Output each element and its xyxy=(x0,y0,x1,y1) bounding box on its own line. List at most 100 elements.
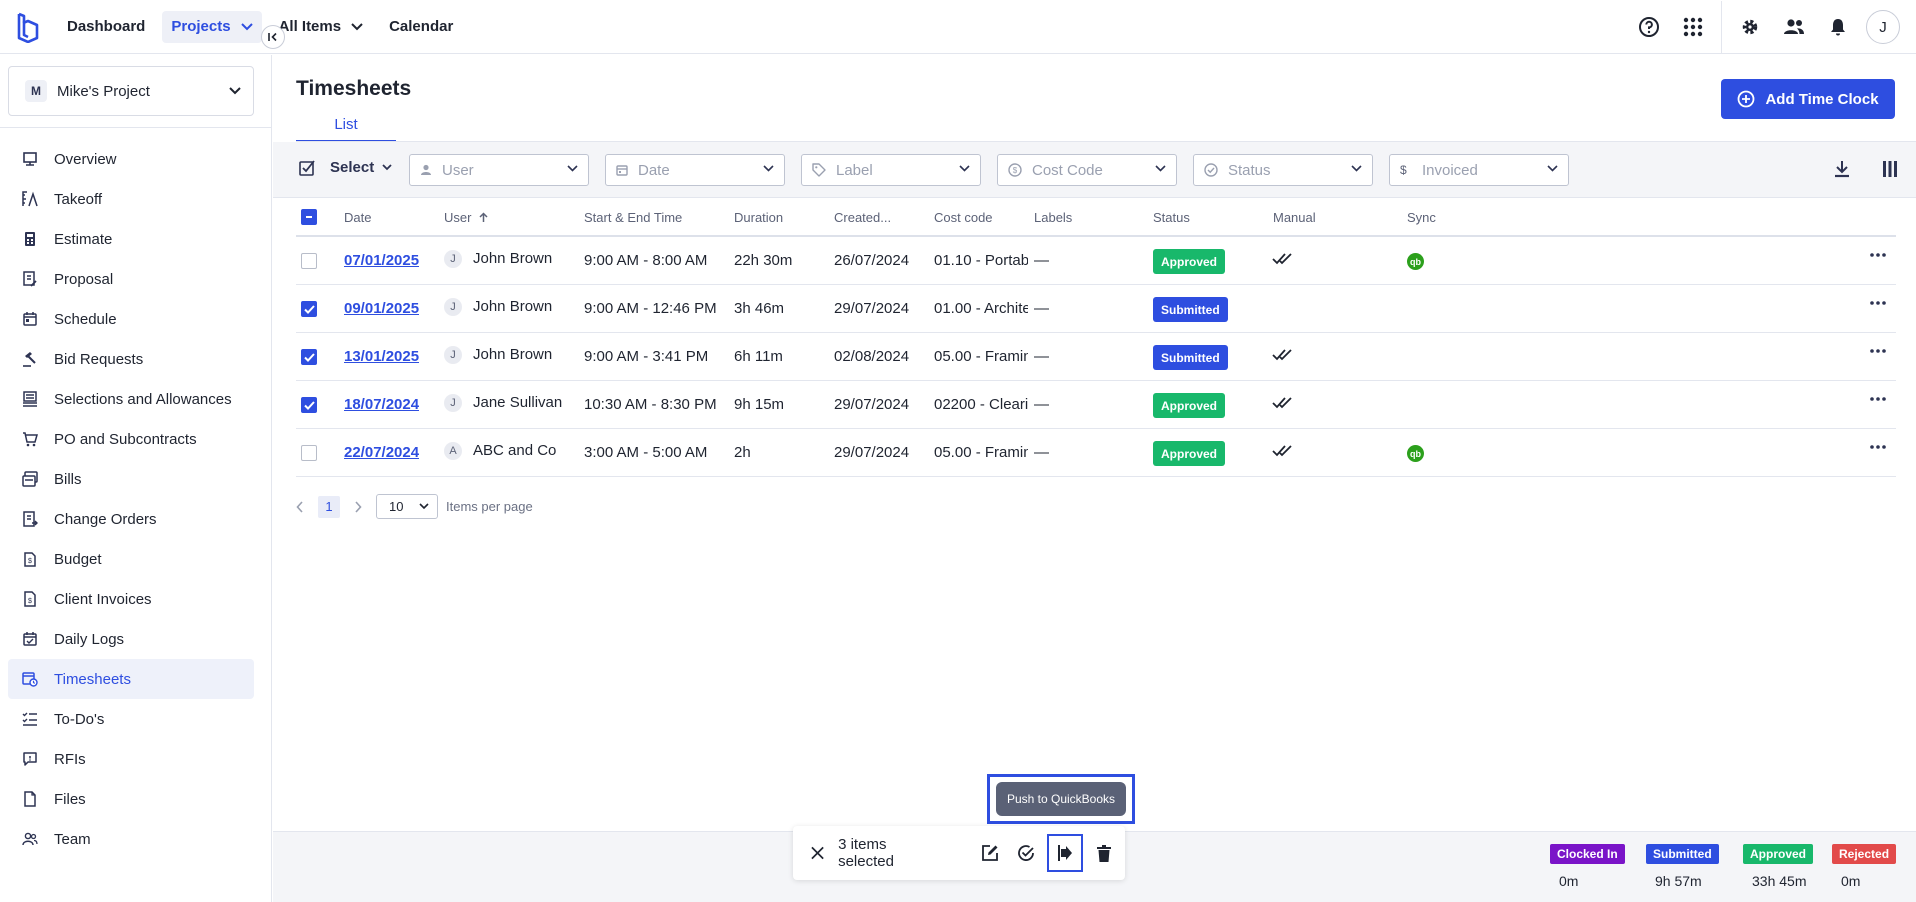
add-time-clock-button[interactable]: Add Time Clock xyxy=(1721,79,1895,119)
more-options-icon[interactable] xyxy=(1870,397,1886,401)
sidebar-item-schedule[interactable]: Schedule xyxy=(8,299,254,339)
sidebar-item-budget[interactable]: $ Budget xyxy=(8,539,254,579)
table-row[interactable]: 22/07/2024 A ABC and Co 3:00 AM - 5:00 AM 2h… xyxy=(296,429,1896,477)
chevron-left-icon[interactable] xyxy=(296,500,304,513)
chevron-down-icon xyxy=(1547,165,1558,172)
bell-icon[interactable] xyxy=(1816,5,1860,49)
column-header-user[interactable]: User xyxy=(444,210,488,225)
settings-icon[interactable] xyxy=(1728,5,1772,49)
sidebar-item-takeoff[interactable]: Takeoff xyxy=(8,179,254,219)
budget-icon: $ xyxy=(22,551,38,567)
sidebar-item-team[interactable]: Team xyxy=(8,819,254,859)
table-row[interactable]: 09/01/2025 J John Brown 9:00 AM - 12:46 PM 3… xyxy=(296,285,1896,333)
status-filter[interactable]: Status xyxy=(1193,154,1373,186)
users-icon[interactable] xyxy=(1772,5,1816,49)
timesheet-icon xyxy=(22,671,38,687)
date-link[interactable]: 18/07/2024 xyxy=(344,396,419,413)
user-avatar[interactable]: J xyxy=(1866,10,1900,44)
column-header-sync[interactable]: Sync xyxy=(1407,210,1436,225)
row-checkbox[interactable] xyxy=(301,301,317,317)
duration: 9h 15m xyxy=(734,396,785,413)
date-filter[interactable]: Date xyxy=(605,154,785,186)
apps-grid-icon[interactable] xyxy=(1671,5,1715,49)
column-header-cost-code[interactable]: Cost code xyxy=(934,210,993,225)
more-options-icon[interactable] xyxy=(1870,253,1886,257)
more-options-icon[interactable] xyxy=(1870,445,1886,449)
edit-button[interactable] xyxy=(975,837,1005,869)
row-checkbox[interactable] xyxy=(301,397,317,413)
sidebar-item-po-and-subcontracts[interactable]: PO and Subcontracts xyxy=(8,419,254,459)
sidebar-item-bills[interactable]: Bills xyxy=(8,459,254,499)
project-selector[interactable]: M Mike's Project xyxy=(8,66,254,116)
download-icon[interactable] xyxy=(1834,159,1850,179)
row-checkbox[interactable] xyxy=(301,445,317,461)
date-link[interactable]: 09/01/2025 xyxy=(344,300,419,317)
select-all-checkbox[interactable] xyxy=(301,209,317,225)
table-row[interactable]: 18/07/2024 J Jane Sullivan 10:30 AM - 8:30 … xyxy=(296,381,1896,429)
sidebar-item-proposal[interactable]: Proposal xyxy=(8,259,254,299)
sidebar-menu: Overview Takeoff Estimate Proposal Schedule B… xyxy=(8,139,254,859)
sidebar-item-files[interactable]: Files xyxy=(8,779,254,819)
sidebar-item-timesheets[interactable]: Timesheets xyxy=(8,659,254,699)
sidebar-item-change-orders[interactable]: Change Orders xyxy=(8,499,254,539)
select-dropdown[interactable]: Select xyxy=(299,159,392,176)
user-filter[interactable]: User xyxy=(409,154,589,186)
column-header-created[interactable]: Created... xyxy=(834,210,891,225)
page-number[interactable]: 1 xyxy=(318,495,340,518)
column-header-time[interactable]: Start & End Time xyxy=(584,210,682,225)
delete-button[interactable] xyxy=(1089,837,1119,869)
more-options-icon[interactable] xyxy=(1870,301,1886,305)
sidebar-item-to-do-s[interactable]: To-Do's xyxy=(8,699,254,739)
manual-double-check-icon xyxy=(1272,349,1294,361)
columns-icon[interactable] xyxy=(1882,159,1898,179)
created-date: 02/08/2024 xyxy=(834,348,910,365)
sidebar-item-estimate[interactable]: Estimate xyxy=(8,219,254,259)
manual-double-check-icon xyxy=(1272,397,1294,409)
date-link[interactable]: 07/01/2025 xyxy=(344,252,419,269)
sidebar-item-overview[interactable]: Overview xyxy=(8,139,254,179)
row-checkbox[interactable] xyxy=(301,253,317,269)
table-row[interactable]: 07/01/2025 J John Brown 9:00 AM - 8:00 AM 22… xyxy=(296,237,1896,285)
page-size-select[interactable]: 10 xyxy=(376,494,438,519)
divider xyxy=(1721,1,1722,53)
push-to-quickbooks-button[interactable] xyxy=(1047,834,1084,872)
invoiced-filter[interactable]: $ Invoiced xyxy=(1389,154,1569,186)
chevron-right-icon[interactable] xyxy=(354,500,362,513)
column-header-date[interactable]: Date xyxy=(344,210,371,225)
table-row[interactable]: 13/01/2025 J John Brown 9:00 AM - 3:41 PM 6h… xyxy=(296,333,1896,381)
calendar-icon xyxy=(616,165,628,176)
nav-projects[interactable]: Projects xyxy=(162,10,262,43)
created-date: 26/07/2024 xyxy=(834,252,910,269)
status-badge: Approved xyxy=(1153,249,1226,274)
cost-code: 01.00 - Architect xyxy=(934,300,1028,317)
minus-icon xyxy=(306,216,312,218)
sidebar-item-daily-logs[interactable]: Daily Logs xyxy=(8,619,254,659)
column-header-manual[interactable]: Manual xyxy=(1273,210,1316,225)
sidebar-item-bid-requests[interactable]: Bid Requests xyxy=(8,339,254,379)
start-end-time: 9:00 AM - 8:00 AM xyxy=(584,252,708,269)
column-header-status[interactable]: Status xyxy=(1153,210,1190,225)
cost-code-filter[interactable]: $ Cost Code xyxy=(997,154,1177,186)
start-end-time: 9:00 AM - 12:46 PM xyxy=(584,300,717,317)
collapse-sidebar-button[interactable] xyxy=(261,25,285,49)
column-header-duration[interactable]: Duration xyxy=(734,210,783,225)
nav-dashboard[interactable]: Dashboard xyxy=(58,11,154,43)
chevron-down-icon xyxy=(351,22,363,30)
cost-code: 05.00 - Framing xyxy=(934,444,1028,461)
help-icon[interactable] xyxy=(1627,5,1671,49)
nav-calendar[interactable]: Calendar xyxy=(380,11,462,43)
sidebar-item-client-invoices[interactable]: $ Client Invoices xyxy=(8,579,254,619)
labels: — xyxy=(1034,396,1049,413)
sidebar-item-selections-and-allowances[interactable]: Selections and Allowances xyxy=(8,379,254,419)
more-options-icon[interactable] xyxy=(1870,349,1886,353)
tab-list[interactable]: List xyxy=(296,112,396,142)
app-logo-icon[interactable] xyxy=(14,11,42,43)
approve-button[interactable] xyxy=(1011,837,1041,869)
column-header-labels[interactable]: Labels xyxy=(1034,210,1072,225)
date-link[interactable]: 22/07/2024 xyxy=(344,444,419,461)
date-link[interactable]: 13/01/2025 xyxy=(344,348,419,365)
sidebar-item-rfis[interactable]: RFIs xyxy=(8,739,254,779)
row-checkbox[interactable] xyxy=(301,349,317,365)
close-icon[interactable] xyxy=(811,846,824,860)
label-filter[interactable]: Label xyxy=(801,154,981,186)
